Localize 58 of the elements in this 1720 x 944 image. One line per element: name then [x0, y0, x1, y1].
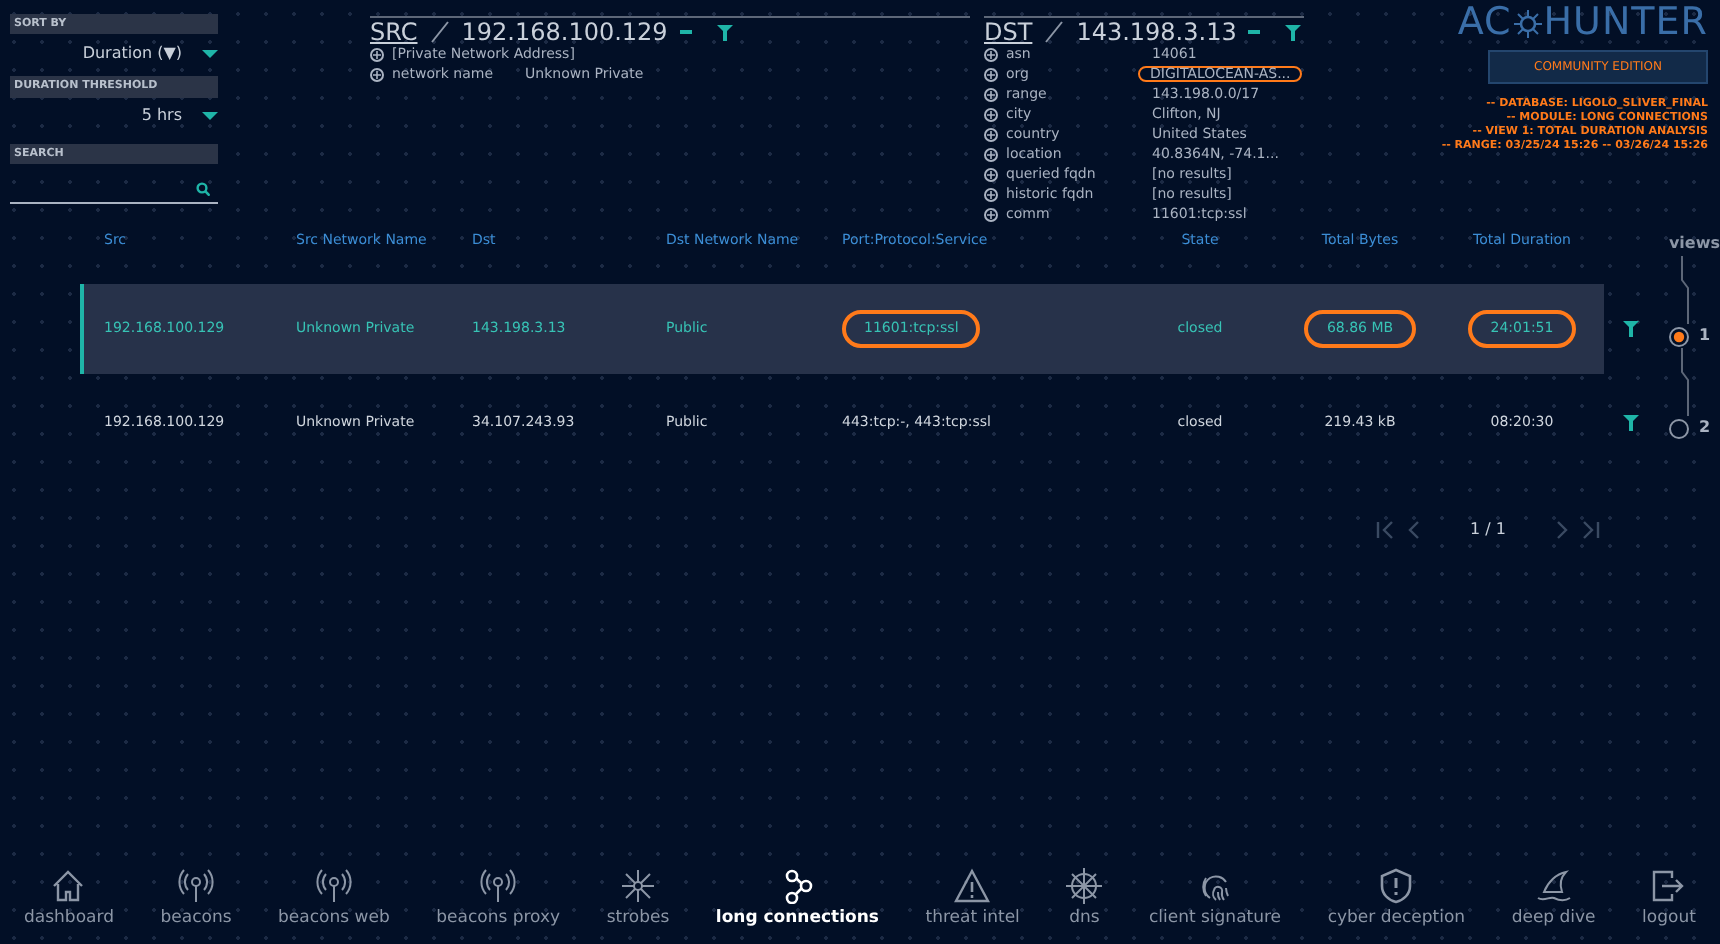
filter-icon[interactable]: [715, 23, 734, 41]
wheel-icon: [1066, 868, 1103, 905]
nav-item[interactable]: cyber deception: [1327, 868, 1466, 932]
expand-icon[interactable]: [984, 87, 998, 101]
expand-icon[interactable]: [370, 47, 384, 61]
expand-icon[interactable]: [370, 67, 384, 81]
radio-icon: [1668, 325, 1691, 347]
expand-icon[interactable]: [984, 127, 998, 141]
nav-item[interactable]: strobes: [606, 868, 670, 932]
logout-icon: [1650, 868, 1687, 905]
expand-icon[interactable]: [984, 207, 998, 221]
nav-item[interactable]: deep dive: [1511, 868, 1596, 932]
expand-icon[interactable]: [984, 67, 998, 81]
dst-tag: DST: [984, 20, 1033, 44]
antenna-icon: [178, 868, 214, 905]
slash-icon: [429, 20, 450, 44]
expand-icon[interactable]: [984, 107, 998, 121]
views-label: views: [1668, 232, 1720, 256]
src-tag: SRC: [370, 20, 418, 44]
expand-icon[interactable]: [984, 147, 998, 161]
search-icon: [196, 181, 210, 196]
warning-icon: [954, 868, 991, 905]
view-option[interactable]: 2: [1668, 416, 1720, 440]
nav-item[interactable]: long connections: [715, 868, 879, 932]
shield-icon: [1378, 868, 1415, 905]
radio-icon: [1668, 417, 1691, 439]
filter-icon[interactable]: [1284, 23, 1303, 41]
view-option[interactable]: 1: [1668, 324, 1720, 348]
nav-item[interactable]: dashboard: [24, 868, 114, 932]
filter-icon[interactable]: [1621, 320, 1640, 338]
expand-icon[interactable]: [984, 187, 998, 201]
sort-dropdown[interactable]: Duration (▼): [10, 34, 218, 73]
minus-icon: [1248, 29, 1261, 35]
caret-icon: [202, 49, 218, 58]
minus-icon: [679, 29, 692, 35]
src-address: 192.168.100.129: [461, 20, 668, 44]
nav-item[interactable]: dns: [1066, 868, 1103, 932]
nav-item[interactable]: logout: [1642, 868, 1696, 932]
burst-icon: [619, 868, 656, 905]
fin-icon: [1535, 868, 1572, 905]
house-icon: [50, 868, 87, 905]
filter-icon[interactable]: [1621, 414, 1640, 432]
expand-icon[interactable]: [984, 47, 998, 61]
antenna-icon: [315, 868, 352, 905]
nav-item[interactable]: threat intel: [925, 868, 1020, 932]
expand-icon[interactable]: [984, 167, 998, 181]
threshold-dropdown[interactable]: 5 hrs: [10, 97, 218, 135]
network-node-icon: [1511, 7, 1544, 39]
page-indicator: 1 / 1: [1470, 518, 1506, 542]
nav-item[interactable]: beacons: [160, 868, 232, 932]
dst-address: 143.198.3.13: [1076, 20, 1237, 44]
slash-icon: [1044, 20, 1065, 44]
nav-item[interactable]: client signature: [1148, 868, 1282, 932]
nav-item[interactable]: beacons proxy: [436, 868, 561, 932]
antenna-icon: [480, 868, 517, 905]
nav-item[interactable]: beacons web: [278, 868, 390, 932]
caret-icon: [202, 112, 218, 120]
logo: AC HUNTER: [1457, 4, 1708, 42]
